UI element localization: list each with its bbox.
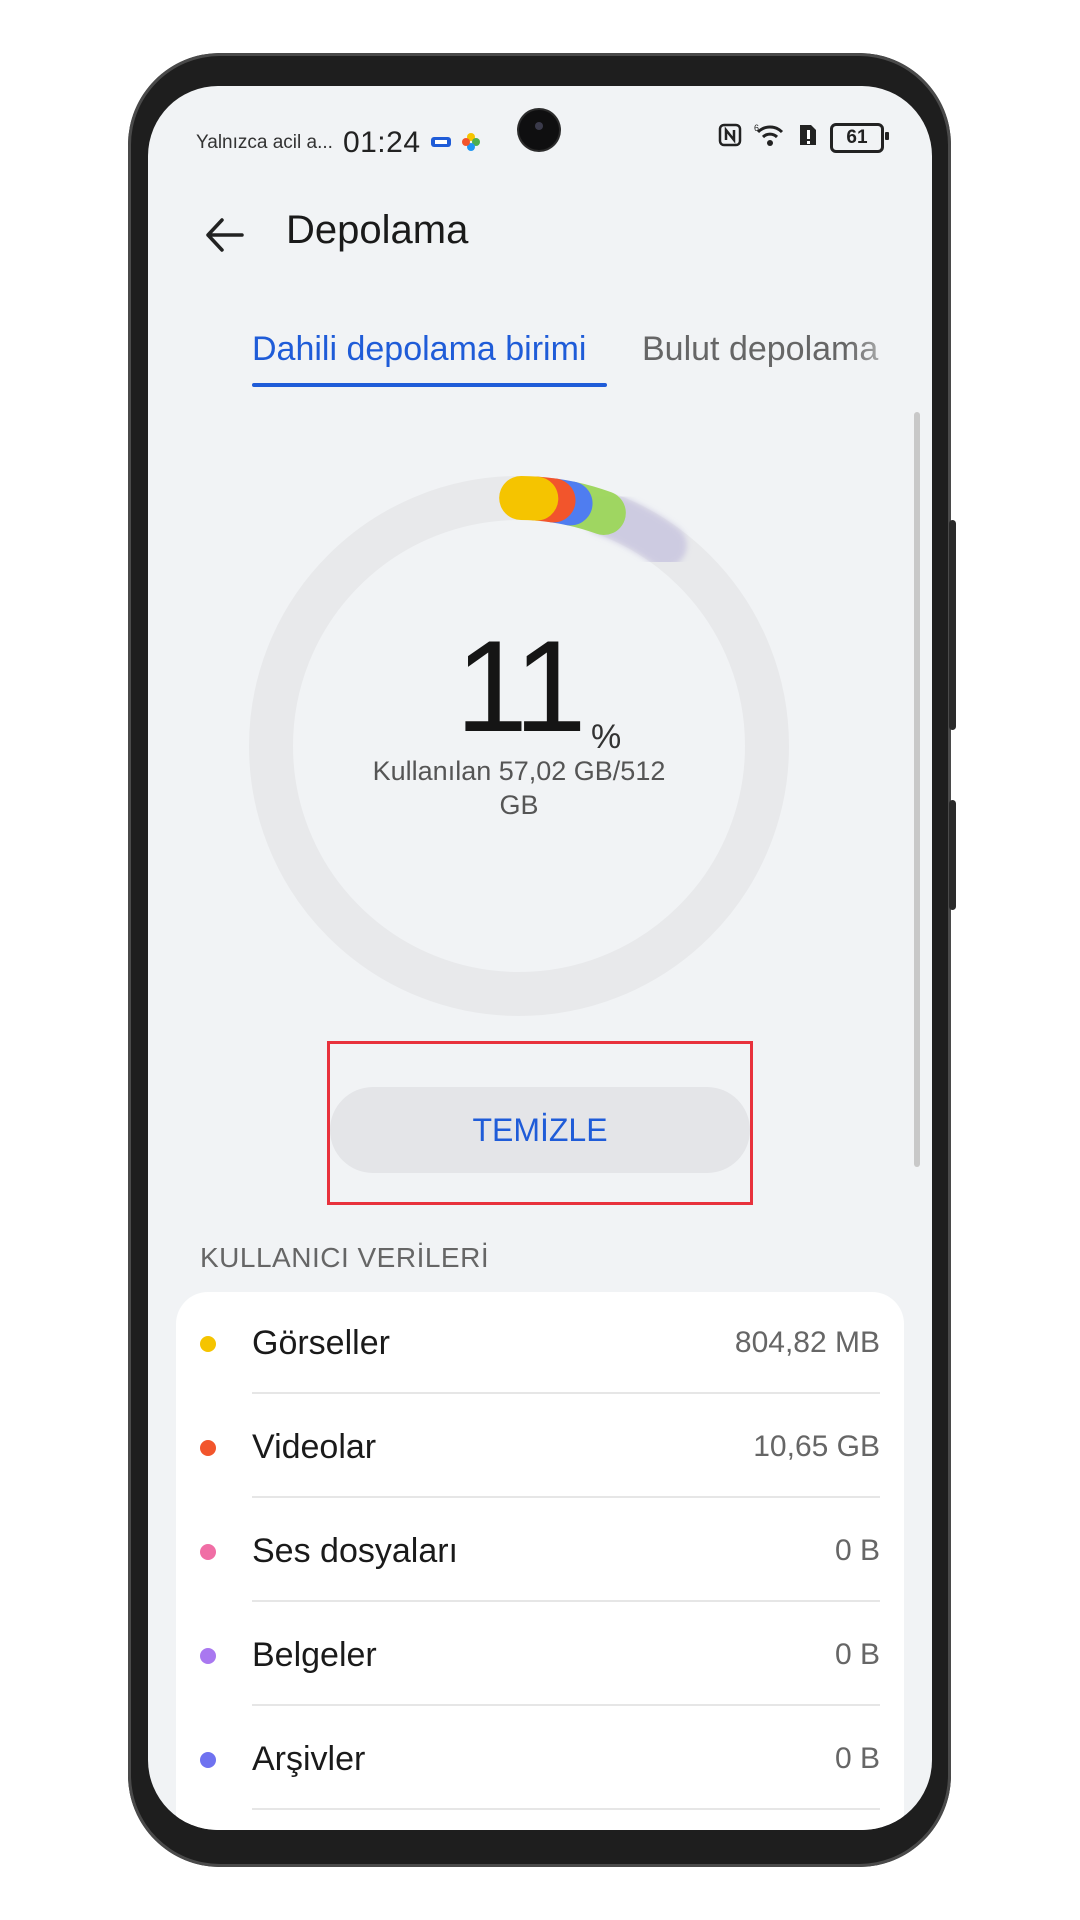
back-button[interactable] [200,210,250,260]
category-label: Ses dosyaları [252,1532,458,1570]
category-size: 804,82 MB [734,1326,880,1359]
status-bar-left: Yalnızca acil a... 01:24 [196,126,481,160]
page-title: Depolama [286,208,469,252]
images-usage-segment [499,476,559,521]
carrier-text: Yalnızca acil a... [196,132,333,153]
list-item[interactable]: Belgeler 0 B [176,1604,904,1706]
screen: Yalnızca acil a... 01:24 6 61 Depolama D… [148,86,932,1830]
notification-app-icon [430,135,451,152]
category-color-dot [200,1544,216,1560]
category-size: 10,65 GB [753,1430,880,1463]
list-item[interactable]: Arşivler 0 B [176,1708,904,1810]
front-camera [519,110,559,150]
divider [252,1808,880,1810]
usage-segments [499,476,687,568]
category-color-dot [200,1648,216,1664]
tab-overflow-fade [848,322,932,382]
scrollbar[interactable] [914,412,920,1167]
list-item[interactable]: Ses dosyaları 0 B [176,1500,904,1602]
wifi-icon: 6 [754,122,786,153]
sim-alert-icon [798,123,818,152]
category-size: 0 B [834,1742,880,1775]
power-button [949,800,956,910]
category-label: Arşivler [252,1740,366,1778]
photos-app-icon [461,132,481,155]
usage-summary: Kullanılan 57,02 GB/512 GB [372,756,666,820]
section-title: KULLANICI VERİLERİ [200,1242,490,1273]
list-item[interactable]: Görseller 804,82 MB [176,1292,904,1394]
battery-indicator: 61 [830,122,889,153]
clock: 01:24 [342,126,421,159]
divider [252,1496,880,1498]
status-bar-right: 6 61 [718,122,889,153]
volume-button [949,520,956,730]
category-label: Görseller [252,1324,390,1362]
tab-internal-storage[interactable]: Dahili depolama birimi [252,330,586,369]
arrow-left-icon [206,218,244,252]
category-size: 0 B [834,1638,880,1671]
active-tab-indicator [252,383,607,387]
category-size: 0 B [834,1534,880,1567]
category-list-card: Görseller 804,82 MB Videolar 10,65 GB Se… [176,1292,904,1830]
used-percent-value: 11 [455,613,587,759]
divider [252,1704,880,1706]
storage-usage-ring: 11 % Kullanılan 57,02 GB/512 GB [219,446,819,1046]
category-label: Belgeler [252,1636,377,1674]
category-label: Videolar [252,1428,377,1466]
category-color-dot [200,1752,216,1768]
nfc-icon [718,123,742,152]
highlight-frame [327,1041,753,1205]
category-color-dot [200,1336,216,1352]
list-item[interactable]: Videolar 10,65 GB [176,1396,904,1498]
divider [252,1392,880,1394]
divider [252,1600,880,1602]
category-color-dot [200,1440,216,1456]
percent-sign: % [591,718,622,756]
